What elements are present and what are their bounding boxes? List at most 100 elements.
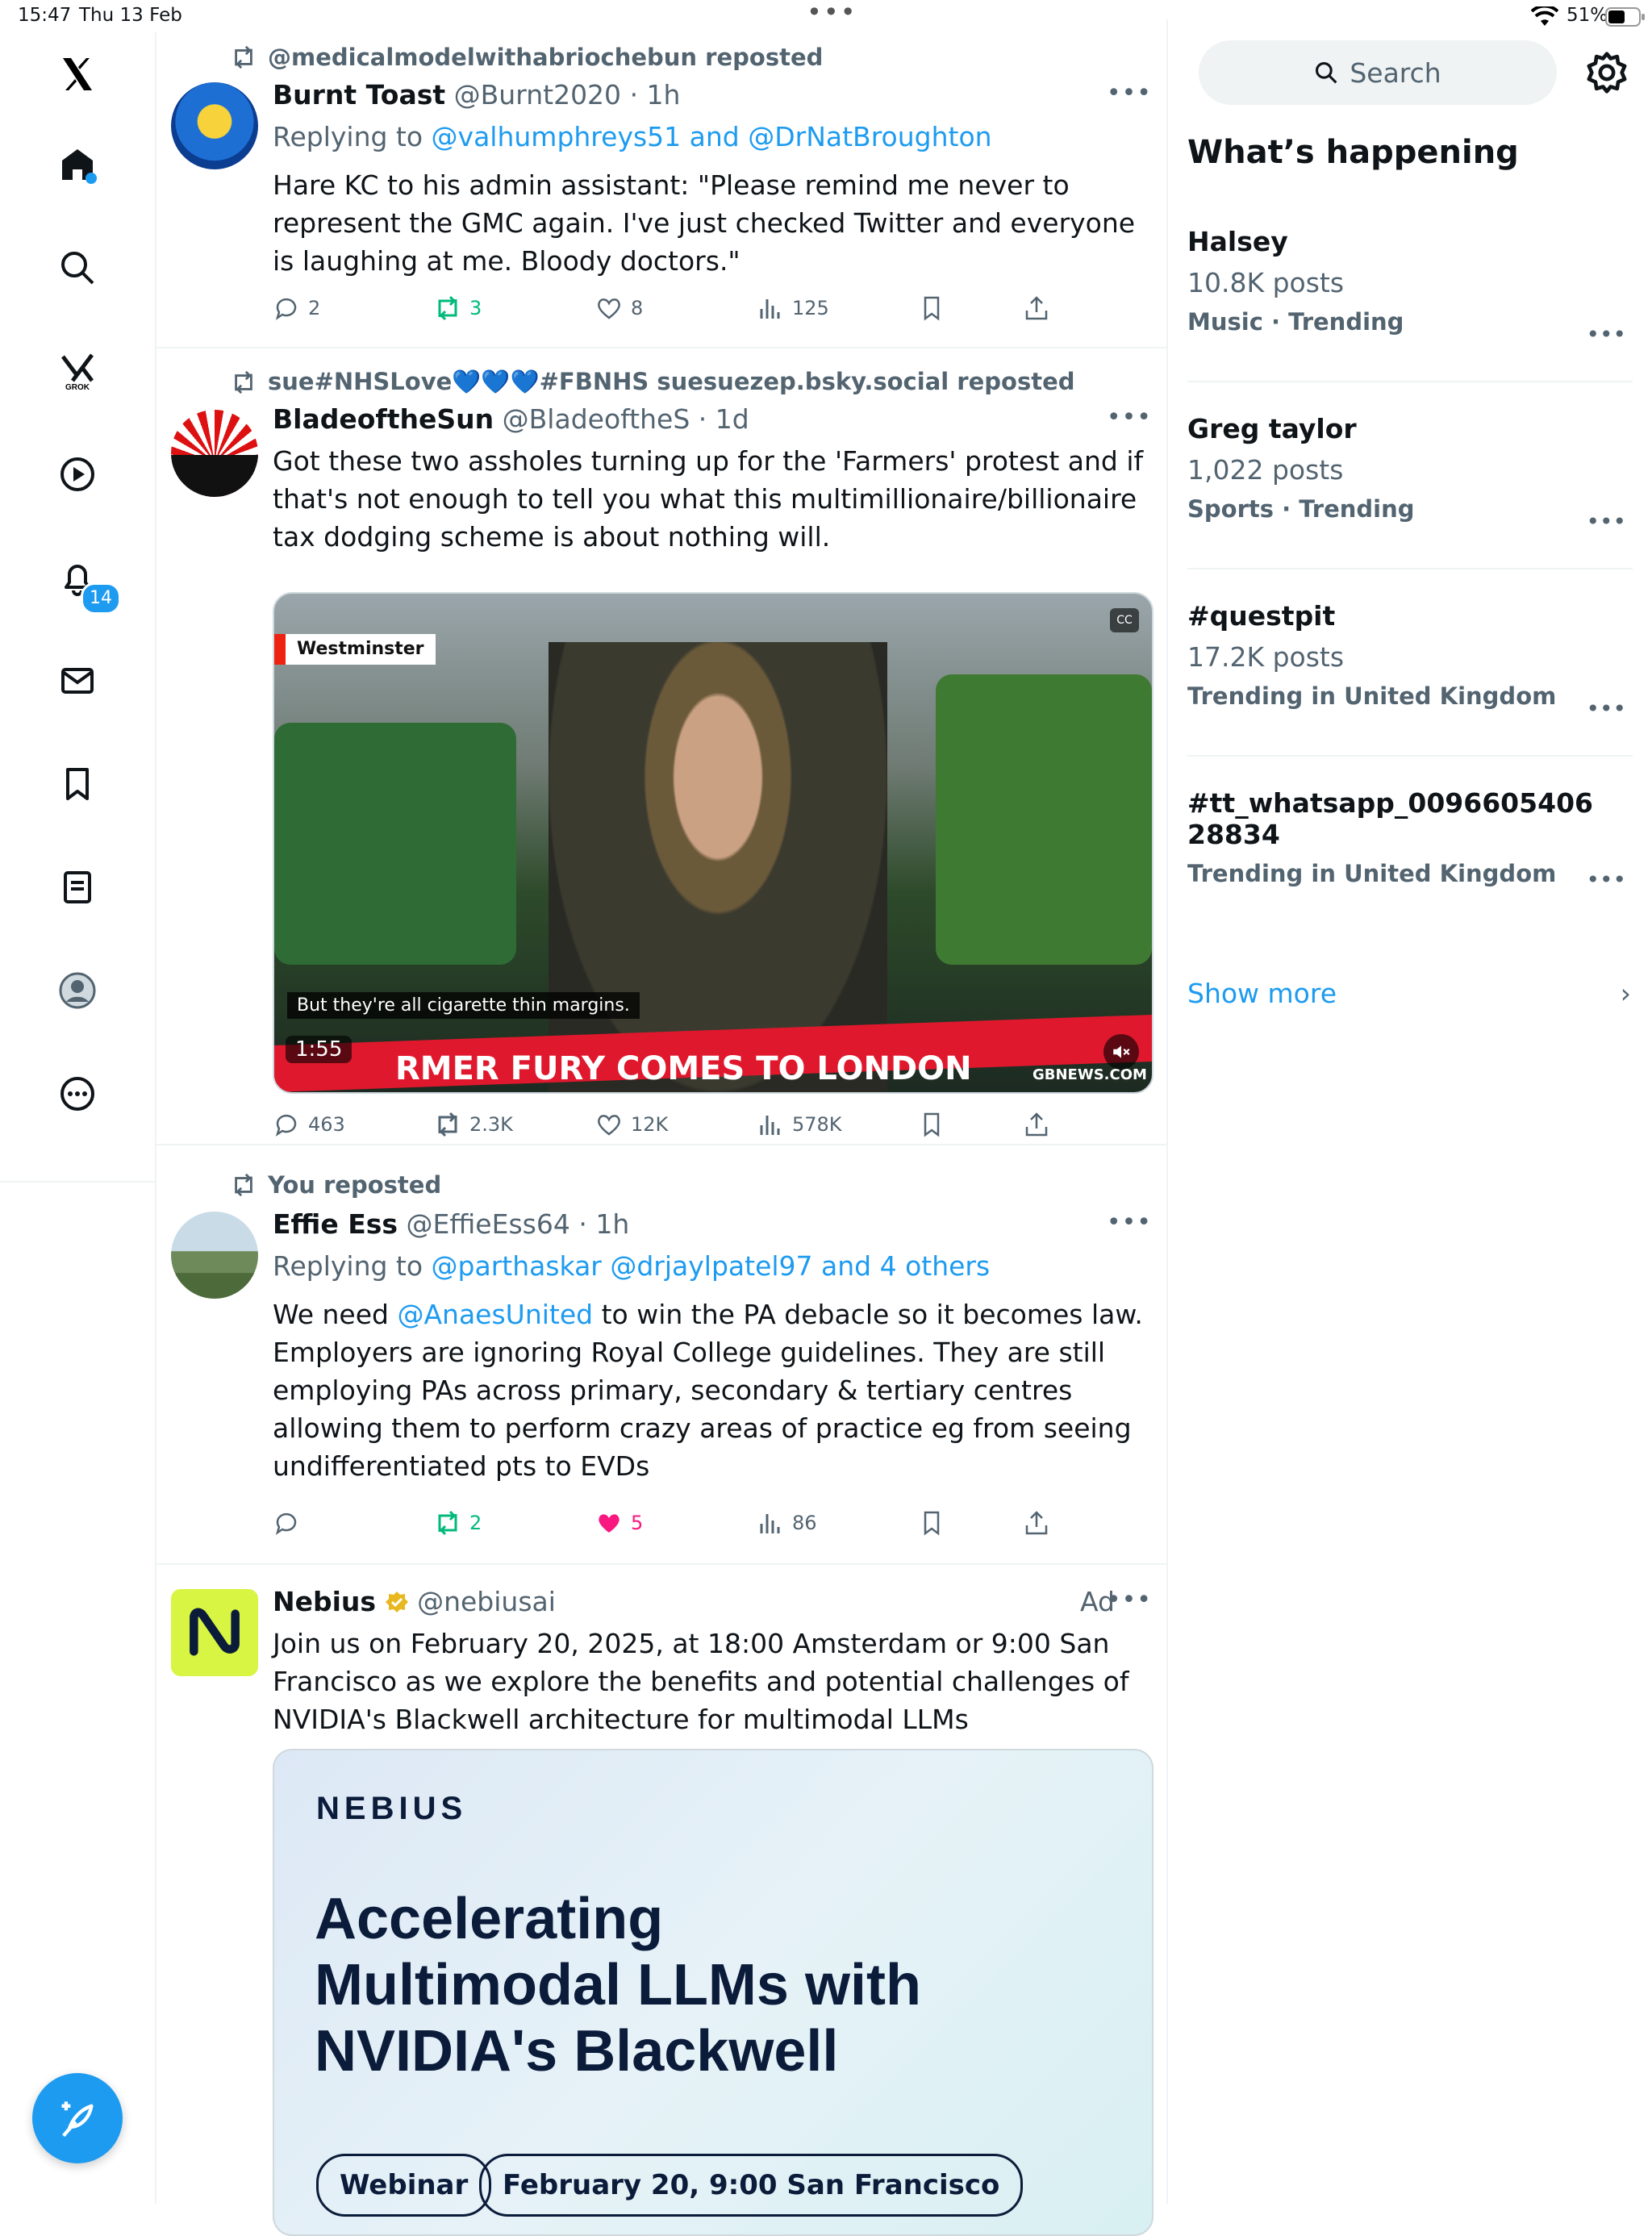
home-icon[interactable] <box>45 132 110 197</box>
closed-captions-button[interactable]: CC <box>1110 608 1139 632</box>
messages-envelope-icon[interactable] <box>45 649 110 713</box>
tweet-time: · 1h <box>629 79 681 111</box>
like-button[interactable]: 5 <box>595 1505 643 1541</box>
muted-speaker-icon <box>1113 1045 1130 1058</box>
tweet-bladeofthesun[interactable]: sue#NHSLove💙💙💙#FBNHS suesuezep.bsky.soci… <box>156 348 1166 1145</box>
avatar[interactable] <box>171 410 258 497</box>
compose-feather-icon <box>61 2101 94 2138</box>
mute-button[interactable] <box>1103 1034 1139 1070</box>
trend-item[interactable]: #tt_whatsapp_009660540628834 Trending in… <box>1187 787 1633 932</box>
ad-card-headline: Accelerating Multimodal LLMs with NVIDIA… <box>315 1886 921 2084</box>
author-name[interactable]: Effie Ess <box>273 1208 398 1240</box>
views-button[interactable]: 86 <box>757 1505 817 1541</box>
bookmark-button[interactable] <box>918 1107 945 1142</box>
share-button[interactable] <box>1023 1107 1050 1142</box>
repost-button[interactable]: 2.3K <box>434 1107 513 1142</box>
tweet-text: We need @AnaesUnited to win the PA debac… <box>273 1295 1152 1485</box>
sidebar: GROK 14 <box>0 32 156 2204</box>
svg-text:GROK: GROK <box>65 383 90 390</box>
tweet-burnt-toast[interactable]: @medicalmodelwithabriochebun reposted Bu… <box>156 19 1166 348</box>
trend-item[interactable]: #questpit 17.2K posts Trending in United… <box>1187 600 1633 757</box>
tweet-effie-ess[interactable]: You reposted Effie Ess @EffieEss64 · 1h … <box>156 1145 1166 1565</box>
trend-more-icon[interactable]: ••• <box>1586 866 1626 893</box>
author-handle[interactable]: @Burnt2020 <box>454 79 621 111</box>
like-button[interactable]: 8 <box>595 290 643 326</box>
avatar[interactable] <box>171 82 258 169</box>
more-options-icon[interactable]: ••• <box>1107 1208 1152 1237</box>
repost-count: 2 <box>469 1512 482 1534</box>
views-button[interactable]: 578K <box>757 1107 842 1142</box>
video-play-icon[interactable] <box>45 442 110 507</box>
video-location-label: Westminster <box>274 634 436 665</box>
trend-more-icon[interactable]: ••• <box>1586 321 1626 348</box>
like-count: 12K <box>631 1113 669 1136</box>
like-button[interactable]: 12K <box>595 1107 668 1142</box>
repost-count: 3 <box>469 297 482 319</box>
reply-count: 2 <box>308 297 321 319</box>
repost-icon <box>438 1510 457 1536</box>
share-button[interactable] <box>1023 1505 1050 1541</box>
bookmark-button[interactable] <box>918 1505 945 1541</box>
reply-button[interactable] <box>273 1505 308 1541</box>
share-button[interactable] <box>1023 290 1050 326</box>
ad-card[interactable]: NEBIUS Accelerating Multimodal LLMs with… <box>273 1749 1153 2236</box>
repost-icon <box>235 370 252 394</box>
avatar[interactable] <box>171 1589 258 1676</box>
grok-icon[interactable]: GROK <box>45 339 110 403</box>
trend-item[interactable]: Halsey 10.8K posts Music · Trending ••• <box>1187 226 1633 382</box>
reply-button[interactable]: 2 <box>273 290 320 326</box>
tweet-actions: 463 2.3K 12K 578K <box>273 1107 1152 1142</box>
bookmark-icon <box>924 296 940 321</box>
home-notification-dot <box>86 173 97 184</box>
show-more-link[interactable]: Show more <box>1187 978 1337 1009</box>
heart-icon <box>598 1115 620 1136</box>
more-options-icon[interactable]: ••• <box>1107 79 1152 107</box>
x-logo-icon[interactable] <box>45 42 110 106</box>
lists-icon[interactable] <box>45 855 110 920</box>
avatar[interactable] <box>171 1212 258 1299</box>
status-time: 15:47 <box>18 5 72 26</box>
wifi-icon <box>1531 6 1558 26</box>
nebius-logo-icon <box>190 1608 240 1656</box>
bookmark-icon <box>924 1112 940 1137</box>
tweet-nebius-ad[interactable]: Nebius @nebiusai Ad ••• Join us on Febru… <box>156 1565 1166 2236</box>
views-button[interactable]: 125 <box>757 290 829 326</box>
reposted-by-text: @medicalmodelwithabriochebun reposted <box>268 44 824 71</box>
replying-label: Replying to <box>273 1250 423 1282</box>
replying-to-mentions[interactable]: @parthaskar @drjaylpatel97 and 4 others <box>432 1250 991 1282</box>
compose-post-button[interactable] <box>32 2073 123 2163</box>
more-options-icon[interactable] <box>45 1062 110 1126</box>
share-icon <box>1025 1112 1048 1137</box>
author-handle[interactable]: @BladeoftheS <box>503 403 690 435</box>
replying-to-mentions[interactable]: @valhumphreys51 and @DrNatBroughton <box>432 121 992 152</box>
author-name[interactable]: Nebius <box>273 1586 376 1617</box>
repost-button[interactable]: 3 <box>434 290 482 326</box>
settings-gear-icon[interactable] <box>1584 50 1629 95</box>
search-placeholder: Search <box>1350 56 1441 89</box>
profile-avatar-icon[interactable] <box>45 958 110 1023</box>
tweet-actions: 2 3 8 125 <box>273 290 1152 326</box>
more-options-icon[interactable]: ••• <box>1107 403 1152 432</box>
author-handle[interactable]: @EffieEss64 <box>407 1208 570 1240</box>
author-name[interactable]: Burnt Toast <box>273 79 445 111</box>
search-input[interactable]: Search <box>1199 40 1557 105</box>
trend-item[interactable]: Greg taylor 1,022 posts Sports · Trendin… <box>1187 413 1633 569</box>
trend-more-icon[interactable]: ••• <box>1586 695 1626 722</box>
view-count: 86 <box>792 1512 817 1534</box>
author-handle[interactable]: @nebiusai <box>417 1586 556 1617</box>
bookmark-icon <box>924 1511 940 1536</box>
views-chart-icon <box>760 1116 780 1135</box>
headline-line-2: Multimodal LLMs with <box>315 1953 921 2017</box>
more-options-icon[interactable]: ••• <box>1107 1586 1152 1614</box>
repost-button[interactable]: 2 <box>434 1505 482 1541</box>
bookmark-button[interactable] <box>918 290 945 326</box>
trend-category: Trending in United Kingdom <box>1187 682 1557 710</box>
bookmarks-icon[interactable] <box>45 752 110 816</box>
trend-posts: 1,022 posts <box>1187 454 1344 486</box>
tweet-video[interactable]: Westminster CC But they're all cigarette… <box>273 592 1153 1094</box>
reply-button[interactable]: 463 <box>273 1107 345 1142</box>
mention-link[interactable]: @AnaesUnited <box>397 1299 593 1330</box>
author-name[interactable]: BladeoftheSun <box>273 403 494 435</box>
search-icon[interactable] <box>45 236 110 300</box>
trend-more-icon[interactable]: ••• <box>1586 508 1626 535</box>
